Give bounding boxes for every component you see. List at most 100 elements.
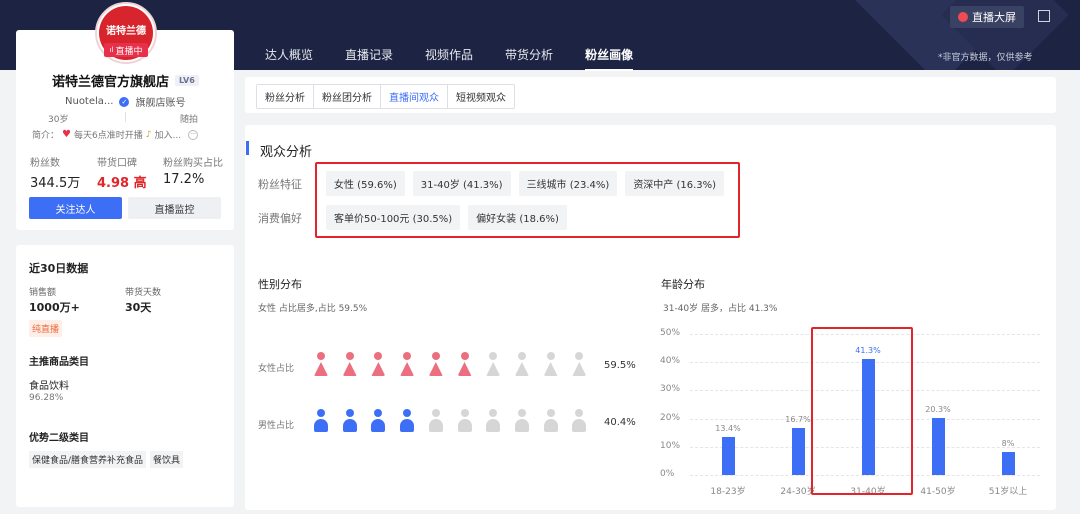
- male-person-icon: [457, 409, 473, 435]
- recent-title: 近30日数据: [29, 262, 89, 275]
- y-tick-label: 40%: [660, 356, 681, 367]
- male-person-icon: [399, 409, 415, 435]
- male-person-icon: [342, 409, 358, 435]
- male-label: 男性占比: [258, 421, 295, 431]
- age-label: 30岁: [48, 115, 69, 125]
- age-title: 年龄分布: [661, 278, 705, 291]
- tab-video-audience[interactable]: 短视频观众: [448, 85, 514, 108]
- bar-value-label: 8%: [1001, 439, 1015, 449]
- top-nav: 达人概览 直播记录 视频作品 带货分析 粉丝画像: [265, 46, 634, 71]
- qrcode-icon[interactable]: [1038, 10, 1050, 22]
- follow-button[interactable]: 关注达人: [29, 197, 122, 219]
- female-person-icon: [342, 352, 358, 378]
- sales-label: 销售额: [29, 288, 57, 298]
- stat-fans-value: 344.5万: [30, 176, 81, 191]
- nav-sales-analysis[interactable]: 带货分析: [505, 46, 553, 71]
- account-handle: Nuotela...: [65, 96, 114, 107]
- preference-label: 消费偏好: [258, 212, 302, 225]
- bell-icon: ♪: [145, 129, 152, 140]
- days-value: 30天: [125, 301, 152, 314]
- female-person-icon: [485, 352, 501, 378]
- female-person-icon: [457, 352, 473, 378]
- female-person-icon: [428, 352, 444, 378]
- nav-live-records[interactable]: 直播记录: [345, 46, 393, 71]
- sub-category-title: 优势二级类目: [29, 433, 89, 444]
- tab-live-audience[interactable]: 直播间观众: [381, 85, 448, 108]
- age-bar[interactable]: [931, 417, 945, 475]
- female-person-icon: [370, 352, 386, 378]
- nav-fan-profile[interactable]: 粉丝画像: [585, 46, 634, 71]
- sub-category-tag: 保健食品/膳食营养补充食品: [29, 451, 147, 468]
- y-tick-label: 30%: [660, 384, 681, 395]
- gender-title: 性别分布: [258, 278, 302, 291]
- intro-text: 每天6点准时开播: [73, 131, 143, 141]
- main-category: 食品饮料: [29, 381, 69, 392]
- y-tick-label: 10%: [660, 440, 681, 451]
- age-bar[interactable]: [1001, 452, 1015, 475]
- main-category-percent: 96.28%: [29, 393, 64, 403]
- female-person-icon: [399, 352, 415, 378]
- age-highlight-box: [811, 327, 913, 495]
- live-badge[interactable]: ıl 直播中: [104, 43, 148, 57]
- gender-summary: 女性 占比居多,占比 59.5%: [258, 304, 368, 314]
- category-label: 随拍: [180, 115, 199, 125]
- nav-videos[interactable]: 视频作品: [425, 46, 473, 71]
- nav-overview[interactable]: 达人概览: [265, 46, 313, 71]
- stat-reputation-value: 4.98 高: [97, 176, 147, 191]
- feature-highlight-box: [315, 162, 740, 238]
- y-tick-label: 50%: [660, 328, 681, 338]
- age-bar[interactable]: [721, 437, 735, 475]
- shop-name-text: 诺特兰德官方旗舰店: [52, 75, 170, 90]
- tab-fan-analysis[interactable]: 粉丝分析: [257, 85, 314, 108]
- female-percent: 59.5%: [604, 360, 636, 371]
- bar-value-label: 20.3%: [925, 404, 951, 414]
- shop-name: 诺特兰德官方旗舰店 LV6: [52, 71, 199, 90]
- female-person-icon: [571, 352, 587, 378]
- male-person-icon: [485, 409, 501, 435]
- x-tick-label: 18-23岁: [710, 487, 746, 497]
- more-icon[interactable]: ···: [188, 129, 199, 140]
- intro-more[interactable]: 加入...: [154, 128, 181, 141]
- stat-purchase-ratio-label: 粉丝购买占比: [163, 158, 223, 169]
- verified-icon: ✓: [119, 96, 130, 107]
- male-person-icon: [543, 409, 559, 435]
- subtabs: 粉丝分析 粉丝团分析 直播间观众 短视频观众: [256, 84, 515, 109]
- male-percent: 40.4%: [604, 417, 636, 428]
- female-person-icon: [313, 352, 329, 378]
- heart-icon: ♥: [62, 129, 71, 140]
- female-person-icon: [514, 352, 530, 378]
- stat-purchase-ratio-value: 17.2%: [163, 172, 205, 187]
- male-person-icon: [514, 409, 530, 435]
- section-accent-bar: [246, 141, 249, 155]
- tab-fan-club-analysis[interactable]: 粉丝团分析: [314, 85, 381, 108]
- sub-category-tag: 餐饮具: [150, 451, 184, 468]
- level-badge: LV6: [175, 75, 199, 86]
- male-person-icon: [428, 409, 444, 435]
- account-row: Nuotela... ✓ 旗舰店账号: [65, 94, 185, 109]
- x-tick-label: 51岁以上: [988, 487, 1028, 497]
- stat-fans: 粉丝数 344.5万: [30, 154, 80, 191]
- stat-purchase-ratio: 粉丝购买占比 17.2%: [163, 154, 223, 187]
- bar-value-label: 13.4%: [715, 424, 741, 434]
- age-summary: 31-40岁 居多，占比 41.3%: [663, 304, 778, 314]
- male-person-icon: [313, 409, 329, 435]
- feature-label: 粉丝特征: [258, 178, 302, 191]
- sales-value: 1000万+: [29, 301, 80, 314]
- y-tick-label: 0%: [660, 469, 675, 479]
- y-tick-label: 20%: [660, 412, 681, 423]
- x-tick-label: 41-50岁: [920, 487, 956, 497]
- live-monitor-button[interactable]: 直播监控: [128, 197, 221, 219]
- days-label: 带货天数: [125, 288, 162, 298]
- male-person-icon: [370, 409, 386, 435]
- live-screen-button[interactable]: 直播大屏: [950, 6, 1024, 28]
- sub-category-tags: 保健食品/膳食营养补充食品 餐饮具: [29, 451, 184, 468]
- live-screen-label: 直播大屏: [972, 11, 1016, 24]
- record-dot-icon: [958, 12, 968, 22]
- stat-reputation-label: 带货口碑: [97, 158, 137, 169]
- divider: [125, 112, 126, 122]
- main-category-title: 主推商品类目: [29, 357, 89, 368]
- age-bar[interactable]: [791, 427, 805, 475]
- male-person-icon: [571, 409, 587, 435]
- intro-label: 简介：: [32, 131, 60, 141]
- verified-label: 旗舰店账号: [135, 98, 186, 109]
